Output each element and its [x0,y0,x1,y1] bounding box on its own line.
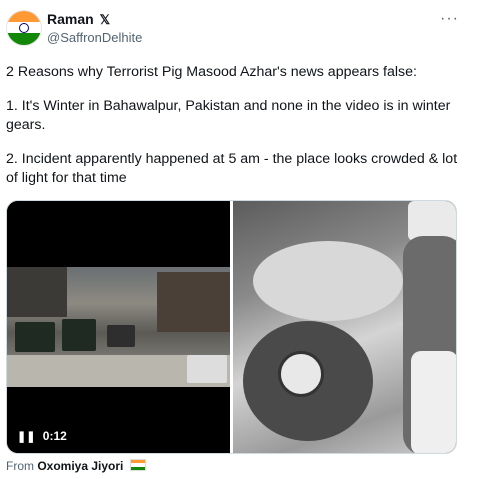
author-handle[interactable]: @SaffronDelhite [47,30,142,45]
avatar[interactable] [6,10,42,46]
video-frame [7,267,230,387]
india-flag-icon [129,459,146,471]
video-player[interactable]: ❚❚ 0:12 [7,201,230,453]
x-badge-icon: 𝕏 [99,12,111,27]
chakra-icon [19,23,29,33]
video-timer[interactable]: ❚❚ 0:12 [17,429,67,443]
flag-saffron-band [7,11,41,23]
pillow-shape [253,241,403,321]
building-shape [7,267,67,317]
tweet-paragraph: 2. Incident apparently happened at 5 am … [6,151,458,186]
source-account[interactable]: Oxomiya Jiyori [37,459,123,473]
tweet-text: 2 Reasons why Terrorist Pig Masood Azhar… [6,63,466,203]
tweet-paragraph: 2 Reasons why Terrorist Pig Masood Azhar… [6,64,417,80]
rickshaw-shape [187,355,227,383]
source-attribution[interactable]: From Oxomiya Jiyori [6,459,146,473]
rickshaw-shape [62,319,96,351]
more-options-icon[interactable]: ··· [440,10,459,28]
author-name-row[interactable]: Raman 𝕏 [47,11,110,28]
rickshaw-shape [107,325,135,347]
video-duration: 0:12 [42,429,67,443]
cap-shape [408,201,456,241]
source-prefix: From [6,459,34,473]
author-name[interactable]: Raman [47,11,94,27]
beard-shape [411,351,456,453]
flag-green-band [7,33,41,45]
rickshaw-shape [15,322,55,352]
media-image[interactable] [233,201,456,453]
ear-device-shape [278,351,324,397]
pause-icon[interactable]: ❚❚ [17,431,35,443]
building-shape [157,272,230,332]
media-grid: ❚❚ 0:12 [6,200,457,454]
tweet-paragraph: 1. It's Winter in Bahawalpur, Pakistan a… [6,98,451,133]
